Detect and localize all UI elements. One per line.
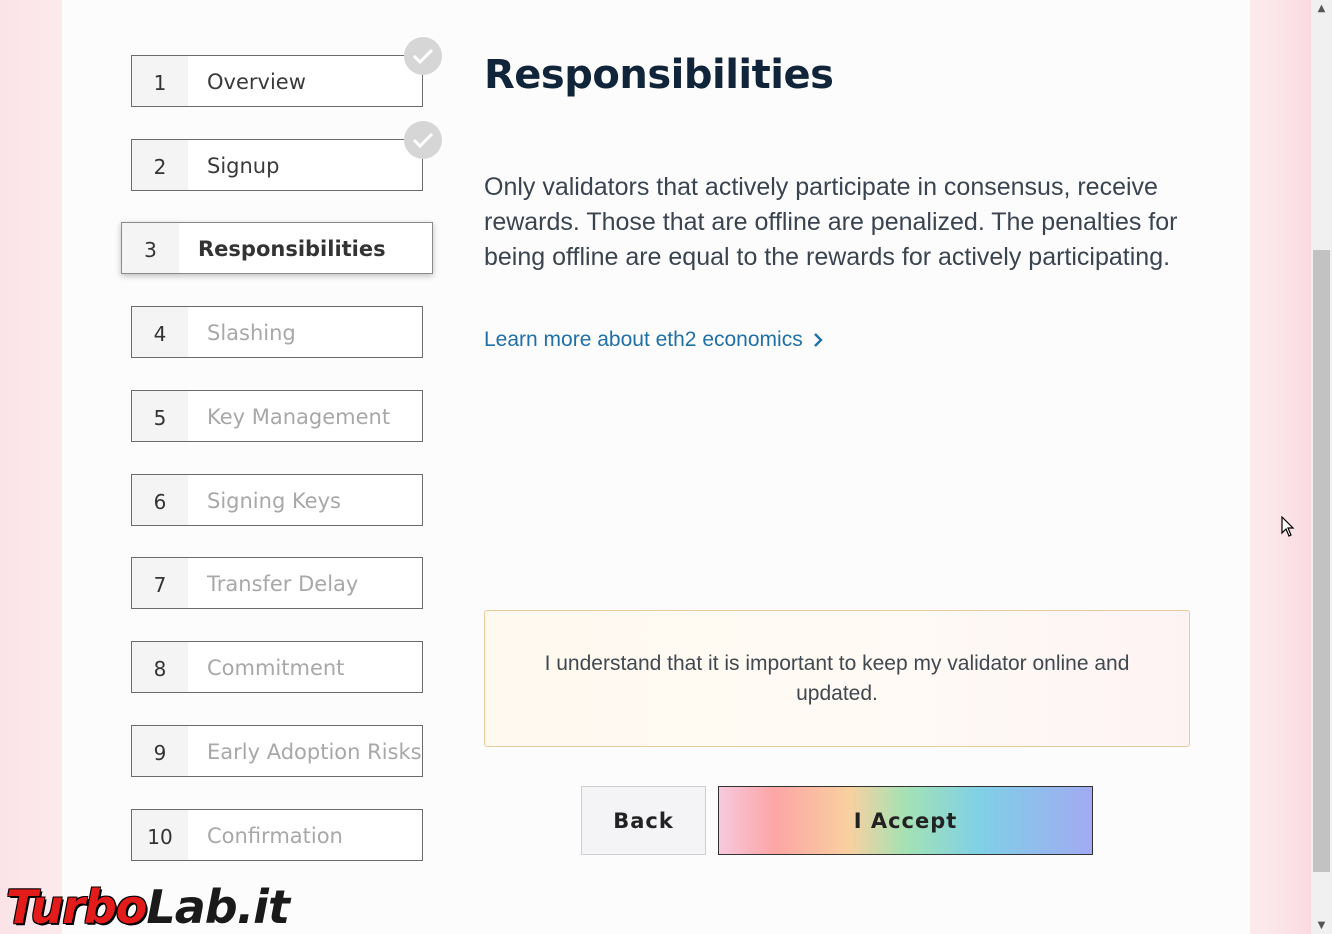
chevron-right-icon [813,333,823,347]
step-number: 4 [132,307,188,357]
step-confirmation[interactable]: 10 Confirmation [131,809,423,861]
watermark-part1: Turbo [6,880,147,934]
scrollbar-thumb[interactable] [1313,250,1330,872]
step-key-management[interactable]: 5 Key Management [131,390,423,442]
page-title: Responsibilities [484,52,834,98]
step-commitment[interactable]: 8 Commitment [131,641,423,693]
step-number: 6 [132,475,188,525]
watermark-part2: Lab.it [146,880,290,934]
step-number: 1 [132,56,188,106]
watermark-logo: TurboLab.it [6,880,290,934]
acknowledgement-text: I understand that it is important to kee… [544,651,1130,705]
step-label: Signing Keys [207,489,341,513]
scroll-up-icon[interactable]: ▲ [1311,0,1332,17]
learn-more-link[interactable]: Learn more about eth2 economics [484,328,823,352]
step-signing-keys[interactable]: 6 Signing Keys [131,474,423,526]
check-icon [404,121,442,159]
scroll-down-icon[interactable]: ▼ [1311,917,1332,934]
step-early-adoption-risks[interactable]: 9 Early Adoption Risks [131,725,423,777]
step-number: 2 [132,140,188,190]
step-number: 10 [132,810,188,860]
step-number: 8 [132,642,188,692]
step-signup[interactable]: 2 Signup [131,139,423,191]
step-label: Confirmation [207,824,343,848]
step-overview[interactable]: 1 Overview [131,55,423,107]
description-text: Only validators that actively participat… [484,173,1178,271]
step-number: 9 [132,726,188,776]
accept-button[interactable]: I Accept [718,786,1093,855]
step-label: Slashing [207,321,296,345]
learn-more-label: Learn more about eth2 economics [484,328,803,351]
vertical-scrollbar[interactable]: ▲ ▼ [1311,0,1332,934]
check-icon [404,37,442,75]
back-button[interactable]: Back [581,786,706,855]
step-label: Key Management [207,405,391,429]
step-responsibilities[interactable]: 3 Responsibilities [121,222,433,274]
step-label: Early Adoption Risks [207,740,422,764]
step-transfer-delay[interactable]: 7 Transfer Delay [131,557,423,609]
step-number: 5 [132,391,188,441]
step-label: Overview [207,70,306,94]
step-label: Commitment [207,656,345,680]
step-label: Transfer Delay [207,572,359,596]
mouse-cursor-icon [1281,516,1295,537]
step-number: 7 [132,558,188,608]
acknowledgement-box: I understand that it is important to kee… [484,610,1190,747]
step-number: 3 [122,223,179,273]
step-slashing[interactable]: 4 Slashing [131,306,423,358]
step-label: Responsibilities [198,237,386,261]
step-label: Signup [207,154,280,178]
